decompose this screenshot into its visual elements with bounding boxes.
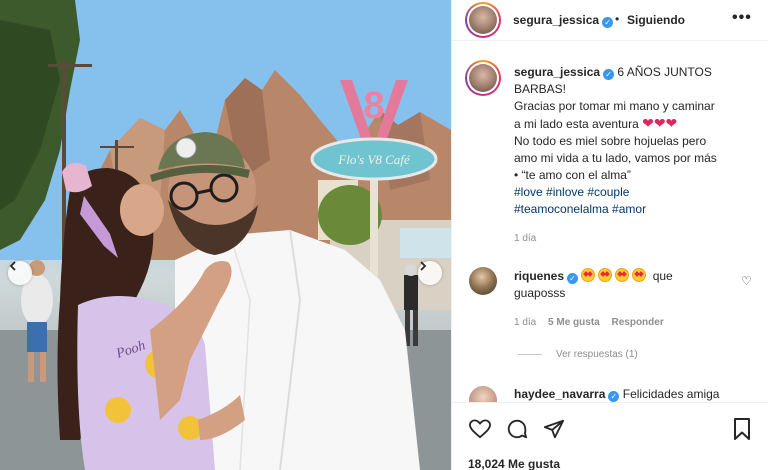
- caption-text: segura_jessica ✓ 6 AÑOS JUNTOS BARBAS! Gr…: [514, 64, 764, 218]
- heart-eyes-emoji: [598, 268, 613, 282]
- caption-username[interactable]: segura_jessica: [514, 65, 600, 79]
- chevron-left-icon: [9, 261, 16, 271]
- share-icon[interactable]: [542, 417, 566, 441]
- chevron-right-icon: [420, 261, 427, 271]
- comment-text: riquenes ✓ que guaposss: [514, 268, 734, 302]
- sign-number: 8: [363, 85, 384, 127]
- commenter-username[interactable]: haydee_navarra: [514, 387, 605, 401]
- caption-line: • “te amo con el alma”: [514, 168, 631, 182]
- comment-body: que: [652, 269, 673, 283]
- verified-badge-icon: ✓: [603, 69, 615, 80]
- sign-text: Flo's V8 Café: [337, 152, 411, 167]
- reply-button[interactable]: Responder: [612, 317, 664, 328]
- comment-body: guaposss: [514, 286, 566, 300]
- verified-badge-icon: ✓: [608, 391, 620, 402]
- caption-avatar[interactable]: [465, 60, 501, 96]
- likes-count[interactable]: 18,024 Me gusta: [468, 457, 560, 470]
- replies-divider: [518, 354, 542, 355]
- view-replies-label: Ver respuestas (1): [556, 349, 638, 360]
- heart-eyes-emoji: [632, 268, 647, 282]
- heart-eyes-emoji: [615, 268, 630, 282]
- red-heart-emoji: ❤❤❤: [642, 115, 678, 131]
- like-heart-icon[interactable]: [468, 417, 492, 441]
- commenter-avatar[interactable]: [469, 386, 497, 402]
- hashtag-link[interactable]: #love #inlove #couple: [514, 184, 764, 201]
- comment-likes[interactable]: 5 Me gusta: [548, 317, 600, 328]
- comment-item: haydee_navarra ✓ Felicidades amiga: [452, 384, 768, 402]
- caption-line: Gracias por tomar mi mano y caminar: [514, 99, 715, 113]
- post-photo[interactable]: 8 Flo's V8 Café Pooh: [0, 0, 451, 470]
- more-options-icon[interactable]: •••: [732, 9, 752, 27]
- hashtag-link[interactable]: #teamoconelalma #amor: [514, 201, 764, 218]
- comment-meta: 1 día 5 Me gusta Responder: [514, 317, 664, 328]
- comment-icon[interactable]: [505, 417, 529, 441]
- verified-badge-icon: ✓: [602, 17, 614, 28]
- post-actions-bar: 18,024 Me gusta: [452, 402, 768, 470]
- previous-photo-button[interactable]: [8, 261, 32, 285]
- post-side-panel: segura_jessica ✓ • Siguiendo ••• segura_j…: [451, 0, 768, 470]
- bookmark-icon[interactable]: [730, 417, 754, 441]
- caption-line: a mi lado esta aventura: [514, 117, 639, 131]
- comment-timestamp[interactable]: 1 día: [514, 317, 536, 328]
- caption-timestamp[interactable]: 1 día: [514, 233, 536, 244]
- caption-line: No todo es miel sobre hojuelas pero: [514, 134, 707, 148]
- author-avatar[interactable]: [465, 2, 501, 38]
- view-replies-button[interactable]: Ver respuestas (1): [518, 349, 638, 360]
- next-photo-button[interactable]: [418, 261, 442, 285]
- comment-body: Felicidades amiga: [622, 387, 720, 401]
- following-button[interactable]: Siguiendo: [627, 13, 685, 27]
- caption-line: 6 AÑOS JUNTOS: [617, 65, 712, 79]
- like-comment-heart-icon[interactable]: ♡: [741, 274, 752, 288]
- caption-line: amo mi vida a tu lado, vamos por más: [514, 151, 717, 165]
- post-header: segura_jessica ✓ • Siguiendo •••: [452, 0, 768, 41]
- comment-text: haydee_navarra ✓ Felicidades amiga: [514, 387, 744, 402]
- commenter-username[interactable]: riquenes: [514, 269, 564, 283]
- separator-dot: •: [615, 12, 620, 26]
- verified-badge-icon: ✓: [567, 273, 579, 284]
- author-username[interactable]: segura_jessica ✓: [513, 13, 614, 28]
- caption-line: BARBAS!: [514, 82, 567, 96]
- commenter-avatar[interactable]: [469, 267, 497, 295]
- photo-scene: 8 Flo's V8 Café Pooh: [0, 0, 451, 470]
- heart-eyes-emoji: [581, 268, 596, 282]
